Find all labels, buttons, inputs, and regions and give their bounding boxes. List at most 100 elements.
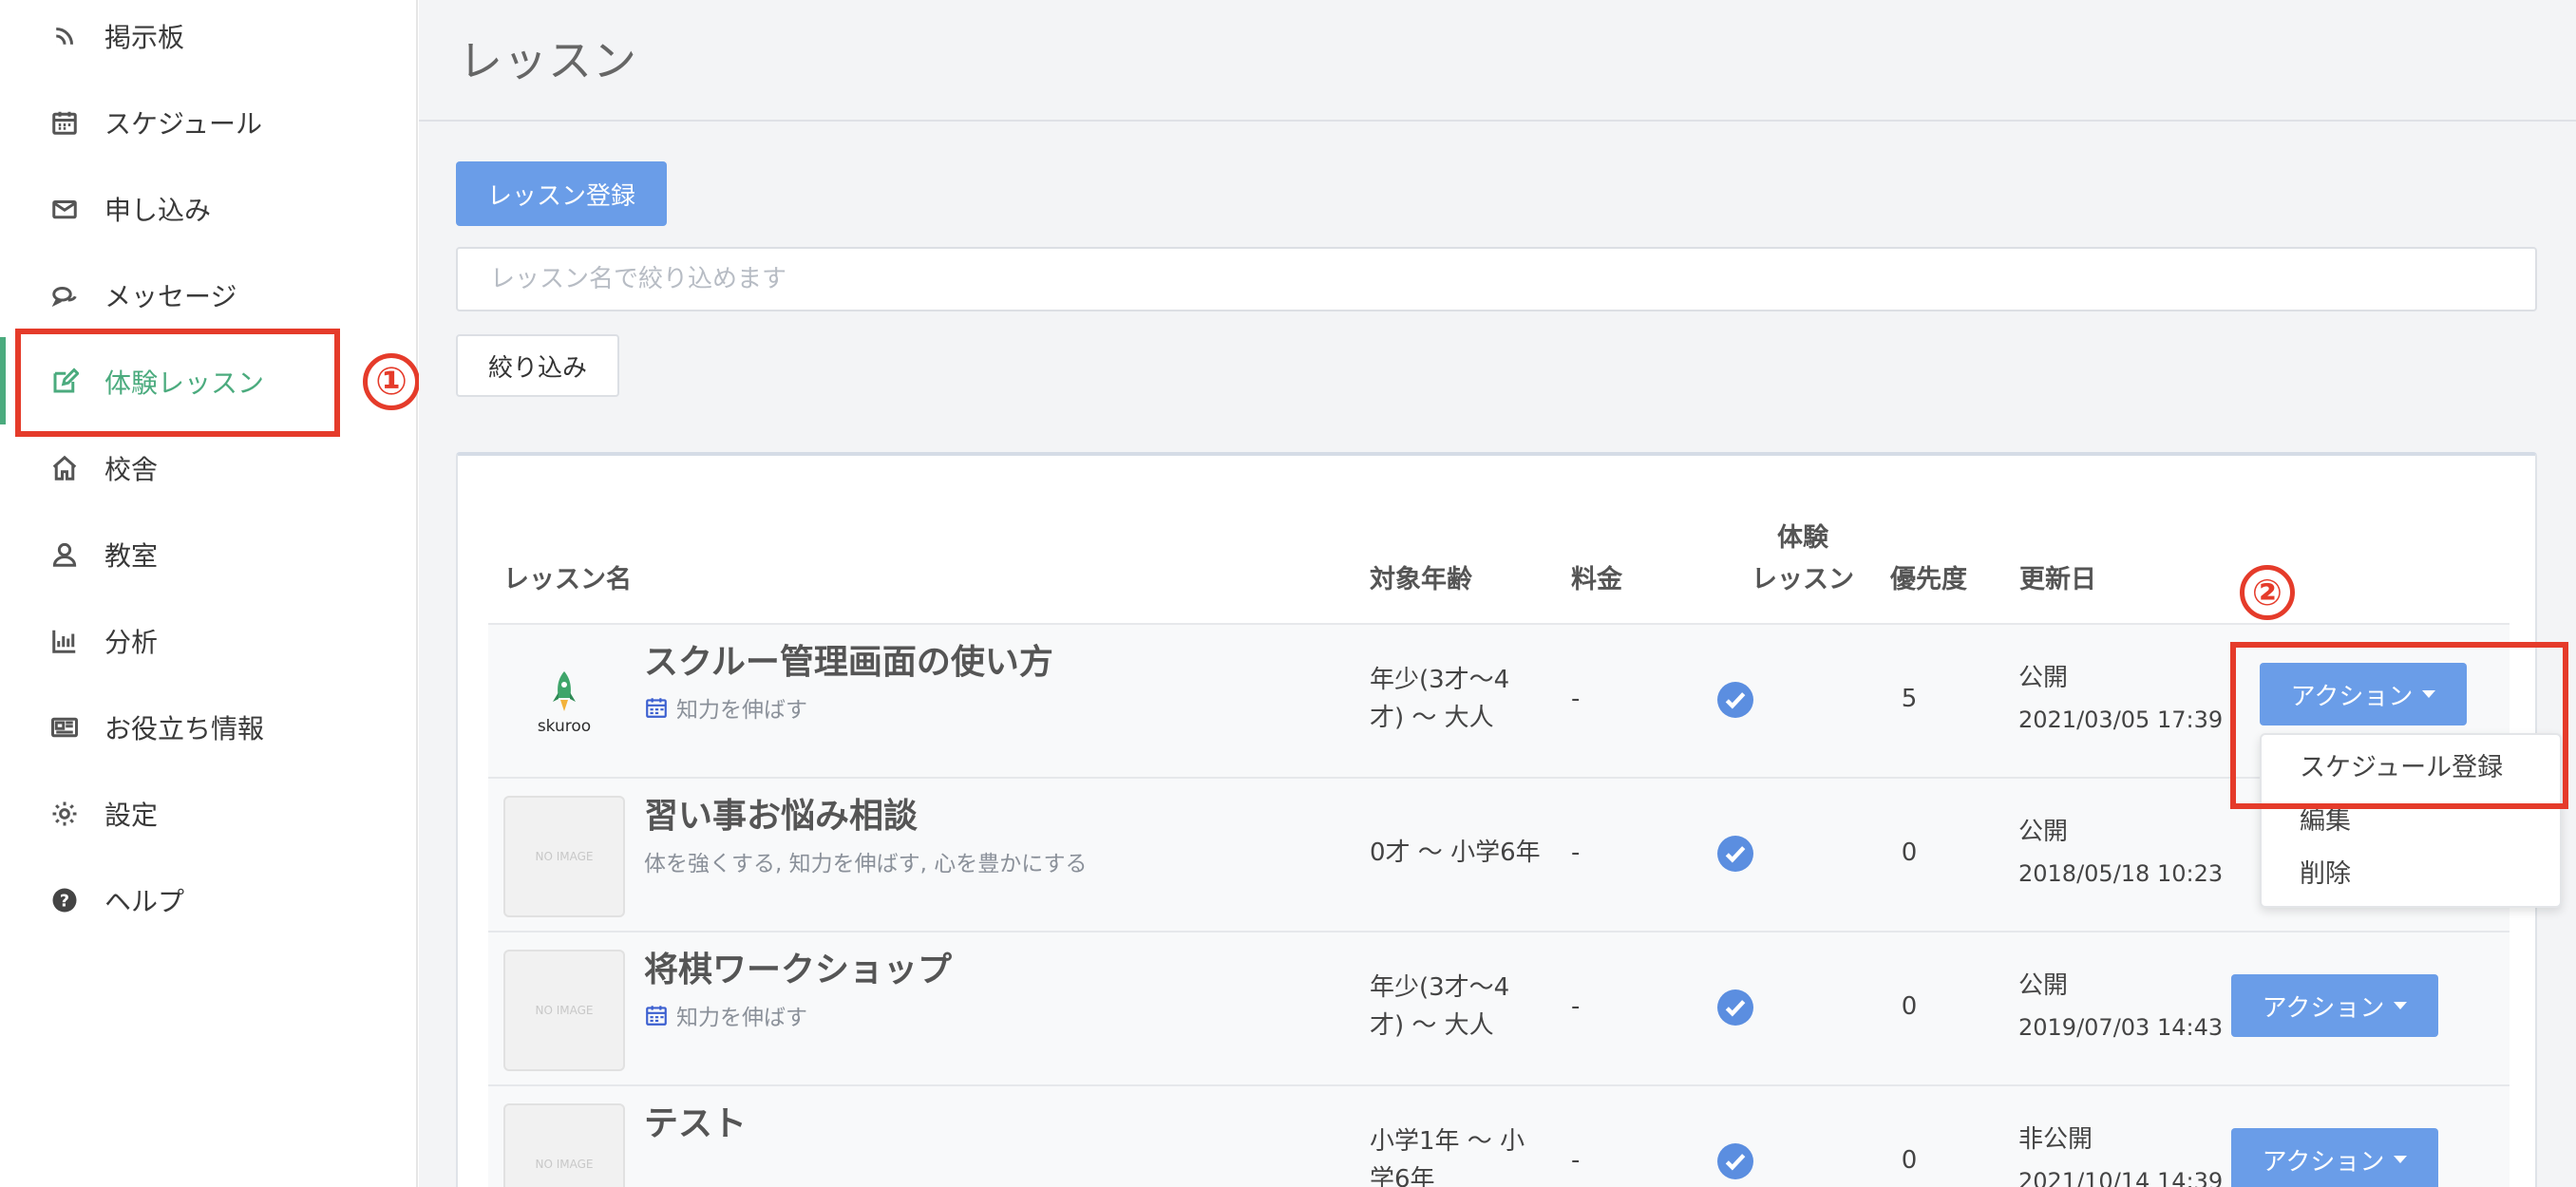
svg-text:?: ? xyxy=(60,892,69,911)
action-button[interactable]: アクション xyxy=(2231,1128,2438,1187)
sidebar-item-campus[interactable]: 校舎 xyxy=(0,435,416,501)
calendar-icon xyxy=(646,698,667,718)
status-text: 非公開 xyxy=(2018,1125,2093,1154)
table-row[interactable]: NO IMAGE テスト 小学1年 〜 小 学6年 - 0 非公開 2021/1… xyxy=(488,1084,2510,1187)
skuroo-logo: skuroo xyxy=(503,642,625,763)
sidebar-item-messages[interactable]: メッセージ xyxy=(0,262,416,329)
page-header: レッスン xyxy=(419,0,2576,122)
rss-icon xyxy=(49,21,80,51)
fee-value: - xyxy=(1571,1146,1581,1175)
lesson-table-card: レッスン名 対象年齢 料金 体験 レッスン 優先度 更新日 skuroo スクル… xyxy=(456,452,2537,1187)
app-root: 掲示板 スケジュール 申し込み メッセージ 体験レッスン 校舎 教室 分析 お役… xyxy=(0,0,2576,1187)
sidebar-item-label: 分析 xyxy=(104,627,159,658)
age-line1: 年少(3才〜4 xyxy=(1370,666,1510,694)
page-title: レッスン xyxy=(459,35,637,86)
sidebar-item-analytics[interactable]: 分析 xyxy=(0,608,416,674)
priority-value: 0 xyxy=(1901,992,1918,1021)
header-trial-line2: レッスン xyxy=(1752,565,1854,594)
fee-value: - xyxy=(1571,685,1581,713)
sidebar-item-label: お役立ち情報 xyxy=(104,713,265,744)
sidebar: 掲示板 スケジュール 申し込み メッセージ 体験レッスン 校舎 教室 分析 お役… xyxy=(0,0,420,1187)
header-target-age: 対象年齢 xyxy=(1370,565,1472,594)
sidebar-item-label: 設定 xyxy=(104,800,159,831)
register-lesson-button[interactable]: レッスン登録 xyxy=(456,161,667,226)
header-updated: 更新日 xyxy=(2019,565,2096,594)
annotation-number-1: ① xyxy=(363,353,420,410)
age-line2: 才) 〜 大人 xyxy=(1370,1011,1494,1040)
age-line1: 年少(3才〜4 xyxy=(1370,973,1510,1002)
lesson-name[interactable]: スクルー管理画面の使い方 xyxy=(644,634,1053,684)
sidebar-item-label: スケジュール xyxy=(104,108,263,140)
check-circle-icon xyxy=(1717,989,1753,1026)
no-image-thumbnail: NO IMAGE xyxy=(503,1103,625,1187)
sidebar-item-label: 掲示板 xyxy=(104,22,185,53)
age-line2: 学6年 xyxy=(1370,1165,1435,1187)
check-circle-icon xyxy=(1717,836,1753,872)
lesson-tag: 知力を伸ばす xyxy=(644,691,807,724)
active-indicator xyxy=(0,337,6,424)
no-image-thumbnail: NO IMAGE xyxy=(503,950,625,1071)
search-input[interactable] xyxy=(456,247,2537,311)
header-priority: 優先度 xyxy=(1890,565,1967,594)
status-text: 公開 xyxy=(2018,664,2069,692)
fee-value: - xyxy=(1571,992,1581,1021)
updated-date: 2018/05/18 10:23 xyxy=(2018,860,2224,887)
age-line1: 小学1年 〜 小 xyxy=(1370,1127,1525,1156)
annotation-number-2: ② xyxy=(2240,565,2295,620)
home-icon xyxy=(49,453,80,483)
lesson-tag-text: 体を強くする, 知力を伸ばす, 心を豊かにする xyxy=(644,852,1088,876)
age-line1: 0才 〜 小学6年 xyxy=(1370,838,1541,867)
status-text: 公開 xyxy=(2018,818,2069,846)
fee-value: - xyxy=(1571,838,1581,867)
status-text: 公開 xyxy=(2018,971,2069,1000)
sidebar-item-applications[interactable]: 申し込み xyxy=(0,176,416,242)
newspaper-icon xyxy=(49,712,80,743)
priority-value: 5 xyxy=(1901,685,1918,713)
lesson-name[interactable]: 習い事お悩み相談 xyxy=(644,788,918,838)
lesson-tag: 知力を伸ばす xyxy=(644,999,807,1031)
annotation-box-1 xyxy=(15,329,340,437)
sidebar-item-useful-info[interactable]: お役立ち情報 xyxy=(0,694,416,761)
lesson-tag-text: 知力を伸ばす xyxy=(676,698,807,723)
chat-icon xyxy=(49,280,80,311)
table-row[interactable]: NO IMAGE 習い事お悩み相談 体を強くする, 知力を伸ばす, 心を豊かにす… xyxy=(488,777,2510,931)
filter-button[interactable]: 絞り込み xyxy=(456,334,619,397)
lesson-tag: 体を強くする, 知力を伸ばす, 心を豊かにする xyxy=(644,845,1087,877)
check-circle-icon xyxy=(1717,1143,1753,1179)
logo-text: skuroo xyxy=(537,717,592,736)
annotation-box-2 xyxy=(2230,642,2568,809)
updated-date: 2019/07/03 14:43 xyxy=(2018,1014,2224,1041)
gear-icon xyxy=(49,799,80,829)
sidebar-item-classroom[interactable]: 教室 xyxy=(0,521,416,588)
table-row[interactable]: NO IMAGE 将棋ワークショップ 知力を伸ばす 年少(3才〜4 才) 〜 大… xyxy=(488,931,2510,1084)
sidebar-item-label: 校舎 xyxy=(104,454,159,485)
sidebar-item-help[interactable]: ? ヘルプ xyxy=(0,867,416,933)
sidebar-item-schedule[interactable]: スケジュール xyxy=(0,89,416,156)
mail-icon xyxy=(49,194,80,224)
bar-chart-icon xyxy=(49,626,80,656)
no-image-thumbnail: NO IMAGE xyxy=(503,796,625,917)
help-icon: ? xyxy=(49,885,80,915)
caret-down-icon xyxy=(2394,1002,2408,1009)
caret-down-icon xyxy=(2394,1156,2408,1163)
updated-date: 2021/10/14 14:39 xyxy=(2018,1168,2224,1187)
action-button[interactable]: アクション xyxy=(2231,974,2438,1037)
check-circle-icon xyxy=(1717,682,1753,718)
lesson-name[interactable]: 将棋ワークショップ xyxy=(644,942,952,991)
priority-value: 0 xyxy=(1901,838,1918,867)
menu-item-delete[interactable]: 削除 xyxy=(2300,853,2351,890)
sidebar-item-bulletin[interactable]: 掲示板 xyxy=(0,3,416,69)
lesson-tag-text: 知力を伸ばす xyxy=(676,1006,807,1030)
lesson-name[interactable]: テスト xyxy=(644,1096,747,1145)
user-icon xyxy=(49,539,80,570)
sidebar-item-settings[interactable]: 設定 xyxy=(0,781,416,847)
table-row[interactable]: skuroo スクルー管理画面の使い方 知力を伸ばす 年少(3才〜4 才) 〜 … xyxy=(488,623,2510,777)
sidebar-item-label: メッセージ xyxy=(104,281,237,312)
header-trial-line1: 体験 xyxy=(1777,523,1828,553)
sidebar-item-label: 申し込み xyxy=(104,195,212,226)
calendar-icon xyxy=(646,1006,667,1026)
rocket-icon xyxy=(553,671,576,711)
header-lesson-name: レッスン名 xyxy=(503,565,632,594)
priority-value: 0 xyxy=(1901,1146,1918,1175)
age-line2: 才) 〜 大人 xyxy=(1370,704,1494,732)
